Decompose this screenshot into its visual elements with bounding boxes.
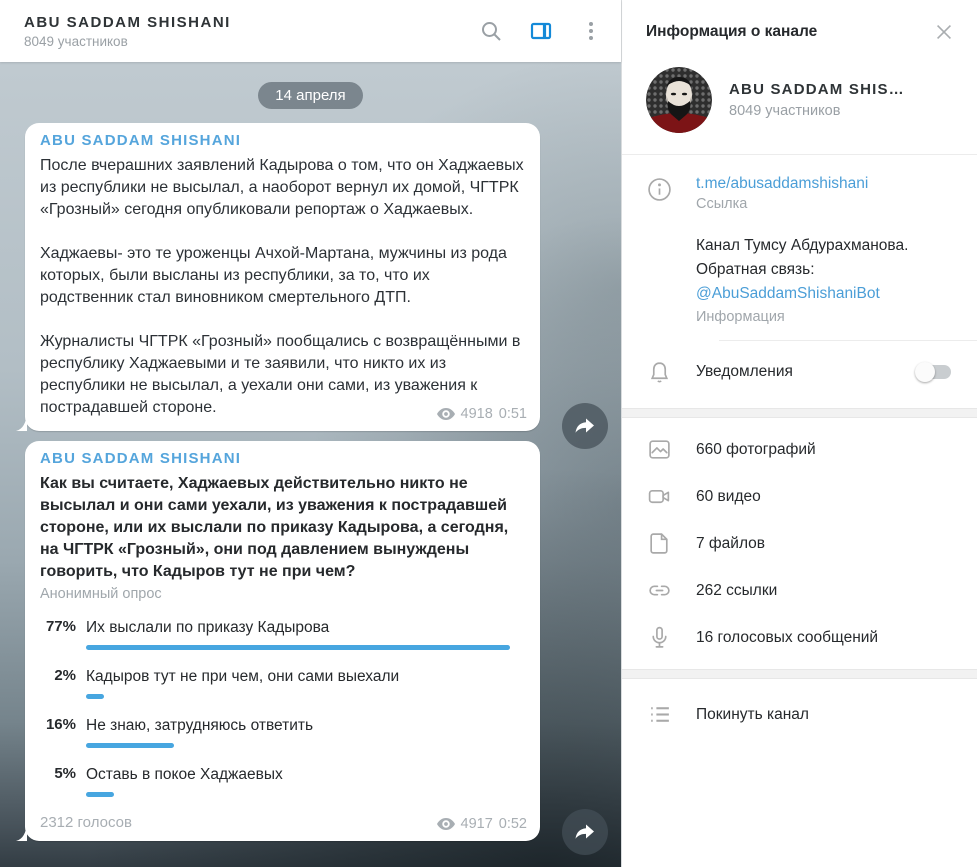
views-eye-icon: [437, 408, 455, 420]
message-meta: 4918 0:51: [437, 406, 528, 422]
channel-info-panel: Информация о канале: [621, 0, 977, 867]
link-icon: [622, 578, 696, 603]
share-button[interactable]: [562, 403, 608, 449]
message-text: После вчерашних заявлений Кадырова о том…: [40, 155, 526, 419]
link-caption: Ссылка: [696, 196, 955, 212]
message-bubble[interactable]: ABU SADDAM SHISHANI После вчерашних заяв…: [25, 123, 540, 431]
shared-files-row[interactable]: 7 файлов: [622, 520, 977, 567]
poll-type-label: Анонимный опрос: [40, 586, 526, 602]
bell-icon: [622, 358, 696, 385]
share-arrow-icon: [573, 414, 597, 438]
message-sender-name[interactable]: ABU SADDAM SHISHANI: [40, 132, 526, 149]
views-eye-icon: [437, 818, 455, 830]
photo-icon: [622, 437, 696, 462]
menu-kebab-icon[interactable]: [579, 19, 603, 43]
chat-header-titles[interactable]: ABU SADDAM SHISHANI 8049 участников: [24, 14, 479, 49]
poll-option[interactable]: 16% Не знаю, затрудняюсь ответить: [40, 716, 526, 748]
panel-members-count: 8049 участников: [729, 103, 905, 119]
channel-link[interactable]: t.me/abusaddamshishani: [696, 175, 955, 193]
channel-avatar[interactable]: [646, 67, 712, 133]
share-button[interactable]: [562, 809, 608, 855]
poll-result-bar: [86, 792, 114, 797]
info-icon: [622, 175, 696, 325]
poll-result-bar: [86, 694, 104, 699]
notifications-label: Уведомления: [696, 363, 918, 381]
channel-members-count: 8049 участников: [24, 34, 479, 49]
poll-option[interactable]: 5% Оставь в покое Хаджаевых: [40, 765, 526, 797]
chat-header: ABU SADDAM SHISHANI 8049 участников: [0, 0, 621, 62]
chat-column: ABU SADDAM SHISHANI 8049 участников 14 а…: [0, 0, 621, 867]
channel-description: Канал Тумсу Абдурахманова. Обратная связ…: [696, 234, 955, 306]
video-icon: [622, 484, 696, 509]
message-time: 0:51: [499, 406, 527, 422]
poll-message-bubble[interactable]: ABU SADDAM SHISHANI Как вы считаете, Хад…: [25, 441, 540, 841]
section-separator: [622, 408, 977, 418]
poll-option[interactable]: 2% Кадыров тут не при чем, они сами выех…: [40, 667, 526, 699]
poll-option[interactable]: 77% Их выслали по приказу Кадырова: [40, 618, 526, 650]
message-sender-name[interactable]: ABU SADDAM SHISHANI: [40, 450, 526, 467]
poll-question: Как вы считаете, Хаджаевых действительно…: [40, 473, 526, 583]
leave-channel-label: Покинуть канал: [696, 706, 809, 724]
poll-result-bar: [86, 645, 510, 650]
channel-title: ABU SADDAM SHISHANI: [24, 14, 479, 31]
microphone-icon: [622, 625, 696, 650]
panel-channel-name: ABU SADDAM SHIS…: [729, 81, 905, 98]
file-icon: [622, 531, 696, 556]
shared-photos-row[interactable]: 660 фотографий: [622, 426, 977, 473]
message-views: 4918: [461, 406, 493, 422]
bot-mention-link[interactable]: @AbuSaddamShishaniBot: [696, 282, 955, 306]
share-arrow-icon: [573, 820, 597, 844]
shared-videos-row[interactable]: 60 видео: [622, 473, 977, 520]
leave-channel-row[interactable]: Покинуть канал: [622, 691, 977, 738]
panel-title: Информация о канале: [646, 23, 817, 41]
list-icon: [622, 702, 696, 727]
search-icon[interactable]: [479, 19, 503, 43]
message-meta: 4917 0:52: [437, 816, 528, 832]
poll-result-bar: [86, 743, 174, 748]
close-icon[interactable]: [933, 21, 955, 43]
toggle-info-panel-icon[interactable]: [529, 19, 553, 43]
shared-links-row[interactable]: 262 ссылки: [622, 567, 977, 614]
description-caption: Информация: [696, 309, 955, 325]
poll-options: 77% Их выслали по приказу Кадырова 2% Ка…: [40, 618, 526, 797]
section-separator: [622, 669, 977, 679]
notifications-toggle[interactable]: [918, 365, 951, 379]
message-time: 0:52: [499, 816, 527, 832]
message-views: 4917: [461, 816, 493, 832]
poll-votes-count: 2312 голосов: [40, 814, 132, 831]
channel-profile[interactable]: ABU SADDAM SHIS… 8049 участников: [622, 57, 977, 154]
date-badge[interactable]: 14 апреля: [258, 82, 362, 109]
chat-message-area: 14 апреля ABU SADDAM SHISHANI После вчер…: [0, 62, 621, 867]
shared-voice-messages-row[interactable]: 16 голосовых сообщений: [622, 614, 977, 661]
notifications-row[interactable]: Уведомления: [622, 341, 977, 402]
